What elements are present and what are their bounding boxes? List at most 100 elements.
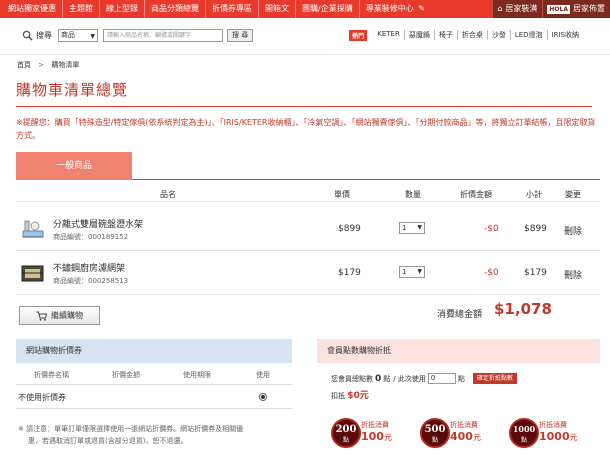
keyword-link[interactable]: 沙發 xyxy=(488,30,511,40)
badge-unit: 點 xyxy=(431,437,438,444)
deduct-label: 扣抵 xyxy=(331,392,345,400)
search-button[interactable]: 搜 尋 xyxy=(227,28,254,42)
quantity-value: 1 xyxy=(402,224,407,232)
coupon-panel-title: 網站購物折價券 xyxy=(16,339,292,363)
keyword-link[interactable]: 惡魔鍋 xyxy=(405,30,435,40)
home-decor-button[interactable]: ⌂ 居家裝潢 xyxy=(492,0,543,18)
nav-item-exclusive[interactable]: 網站獨家優惠 xyxy=(0,0,63,18)
coupon-columns: 折價券名稱 折價金額 使用期限 使用 xyxy=(16,363,292,385)
nav-item-coupons[interactable]: 折價券專區 xyxy=(206,0,259,18)
points-circle: 1000 點 xyxy=(509,418,539,448)
header-price: 單價 xyxy=(334,190,350,199)
badge-label: 折抵消費 xyxy=(450,421,478,429)
continue-shopping-button[interactable]: 繼續購物 xyxy=(19,306,100,325)
nav-item-renovation-label: 專業裝修中心 xyxy=(365,4,414,13)
coupon-panel: 網站購物折價券 折價券名稱 折價金額 使用期限 使用 不使用折價券 ※ 請注意：… xyxy=(16,339,292,471)
header-qty: 數量 xyxy=(405,190,421,199)
badge-amount-group: 100元 xyxy=(361,430,392,443)
points-panel-title: 會員點數購物折抵 xyxy=(317,339,600,363)
subtotal: $179 xyxy=(524,268,547,278)
quantity-select[interactable]: 1 ▼ xyxy=(399,222,425,234)
hola-button[interactable]: HOLA 居家佈置 xyxy=(542,0,610,18)
nav-item-categories[interactable]: 商品分類總覽 xyxy=(145,0,206,18)
breadcrumb-current: 購物清單 xyxy=(51,61,80,69)
badge-label: 折抵消費 xyxy=(361,421,389,429)
badge-currency: 元 xyxy=(569,433,578,442)
nav-item-theme[interactable]: 主題館 xyxy=(63,0,100,18)
no-coupon-radio[interactable] xyxy=(259,393,267,401)
badge-label: 折抵消費 xyxy=(539,421,567,429)
nav-item-unboxing[interactable]: 開箱文 xyxy=(259,0,296,18)
keyword-link[interactable]: IRIS收納 xyxy=(548,30,583,40)
keyword-link[interactable]: 折合桌 xyxy=(458,30,488,40)
pencil-icon: ✎ xyxy=(418,4,425,13)
confirm-points-button[interactable]: 確定折抵點數 xyxy=(472,373,517,384)
delete-link[interactable]: 刪除 xyxy=(564,268,582,281)
unit-price: $179 xyxy=(338,268,361,278)
deduct-row: 扣抵 $0元 xyxy=(331,388,369,401)
use-points-unit: 點 xyxy=(457,374,465,383)
coupon-col-amount: 折價金額 xyxy=(112,371,140,379)
badge-points: 1000 xyxy=(512,424,536,434)
hola-logo: HOLA xyxy=(547,4,570,14)
tab-general-products[interactable]: 一般商品 xyxy=(16,152,132,180)
header-name: 品名 xyxy=(160,190,176,199)
points-usage-row: 您會員總點數 0 點 / 此次使用 0 點 確定折抵點數 xyxy=(331,373,517,384)
product-id: 商品編號：000258513 xyxy=(53,277,129,285)
search-input[interactable]: 請輸入商品名稱、編號或關鍵字 xyxy=(103,28,223,42)
points-badge: 500 點 折抵消費 400元 xyxy=(420,418,503,450)
search-label: 搜尋 xyxy=(36,30,52,40)
hola-label: 居家佈置 xyxy=(573,4,605,13)
badge-unit: 點 xyxy=(342,437,349,444)
home-decor-label: 居家裝潢 xyxy=(505,4,538,13)
points-circle: 200 點 xyxy=(331,418,361,448)
points-unit: 點 xyxy=(383,374,391,383)
badge-points: 200 xyxy=(335,424,357,435)
badge-currency: 元 xyxy=(383,433,392,442)
product-id: 商品編號：000189152 xyxy=(53,233,129,241)
coupon-col-name: 折價券名稱 xyxy=(34,371,69,379)
coupon-col-use: 使用 xyxy=(256,371,270,379)
table-row: 不鏽鋼廚房濾網架 商品編號：000258513 $179 1 ▼ -$0 $17… xyxy=(16,251,600,295)
product-thumbnail[interactable] xyxy=(19,261,45,285)
product-thumbnail[interactable] xyxy=(19,217,45,241)
product-name[interactable]: 不鏽鋼廚房濾網架 xyxy=(53,261,125,274)
product-name[interactable]: 分離式雙層碗盤瀝水架 xyxy=(53,217,143,230)
points-badge: 200 點 折抵消費 100元 xyxy=(331,418,414,450)
keyword-link[interactable]: KETER xyxy=(373,30,405,40)
badge-amount: 400 xyxy=(450,430,473,443)
keyword-link[interactable]: 椅子 xyxy=(435,30,458,40)
quantity-value: 1 xyxy=(402,268,407,276)
badge-points: 500 xyxy=(424,424,446,435)
subtotal: $899 xyxy=(524,224,547,234)
quantity-select[interactable]: 1 ▼ xyxy=(399,266,425,278)
badge-amount-group: 1000元 xyxy=(539,430,578,443)
top-navigation: 網站獨家優惠 主題館 線上型錄 商品分類總覽 折價券專區 開箱文 團購/企業採購… xyxy=(0,0,610,18)
search-icon xyxy=(22,30,33,41)
badge-amount-group: 400元 xyxy=(450,430,481,443)
keyword-link[interactable]: LED燈泡 xyxy=(511,30,548,40)
badge-amount: 1000 xyxy=(539,430,570,443)
hot-badge: 熱門 xyxy=(349,29,368,41)
nav-item-group-buy[interactable]: 團購/企業採購 xyxy=(296,0,360,18)
cart-table-header: 品名 單價 數量 折價金額 小計 變更 xyxy=(16,186,600,202)
total-amount: $1,078 xyxy=(494,300,552,318)
continue-shopping-label: 繼續購物 xyxy=(51,311,83,320)
badge-currency: 元 xyxy=(472,433,481,442)
search-category-select[interactable]: 商品 ▼ xyxy=(58,28,98,42)
nav-item-renovation[interactable]: 專業裝修中心 ✎ xyxy=(360,0,431,18)
points-panel: 會員點數購物折抵 您會員總點數 0 點 / 此次使用 0 點 確定折抵點數 扣抵… xyxy=(317,339,600,471)
delete-link[interactable]: 刪除 xyxy=(564,224,582,237)
badge-unit: 點 xyxy=(520,437,527,444)
breadcrumb: 首頁 > 購物清單 xyxy=(17,60,79,70)
cart-icon xyxy=(36,311,47,321)
search-bar: 搜尋 商品 ▼ 請輸入商品名稱、編號或關鍵字 搜 尋 熱門 KETER 惡魔鍋 … xyxy=(0,24,610,46)
no-coupon-label: 不使用折價券 xyxy=(18,393,66,402)
breadcrumb-home[interactable]: 首頁 xyxy=(17,61,31,69)
points-input[interactable]: 0 xyxy=(427,373,456,384)
tab-bar: 一般商品 xyxy=(16,152,600,180)
points-circle: 500 點 xyxy=(420,418,450,448)
coupon-note-line: ※ 請注意：單筆訂單僅限選擇使用一張網站折價券。網站折價券及相關優 xyxy=(18,425,244,433)
nav-item-catalog[interactable]: 線上型錄 xyxy=(100,0,145,18)
discount-amount: -$0 xyxy=(484,268,499,278)
